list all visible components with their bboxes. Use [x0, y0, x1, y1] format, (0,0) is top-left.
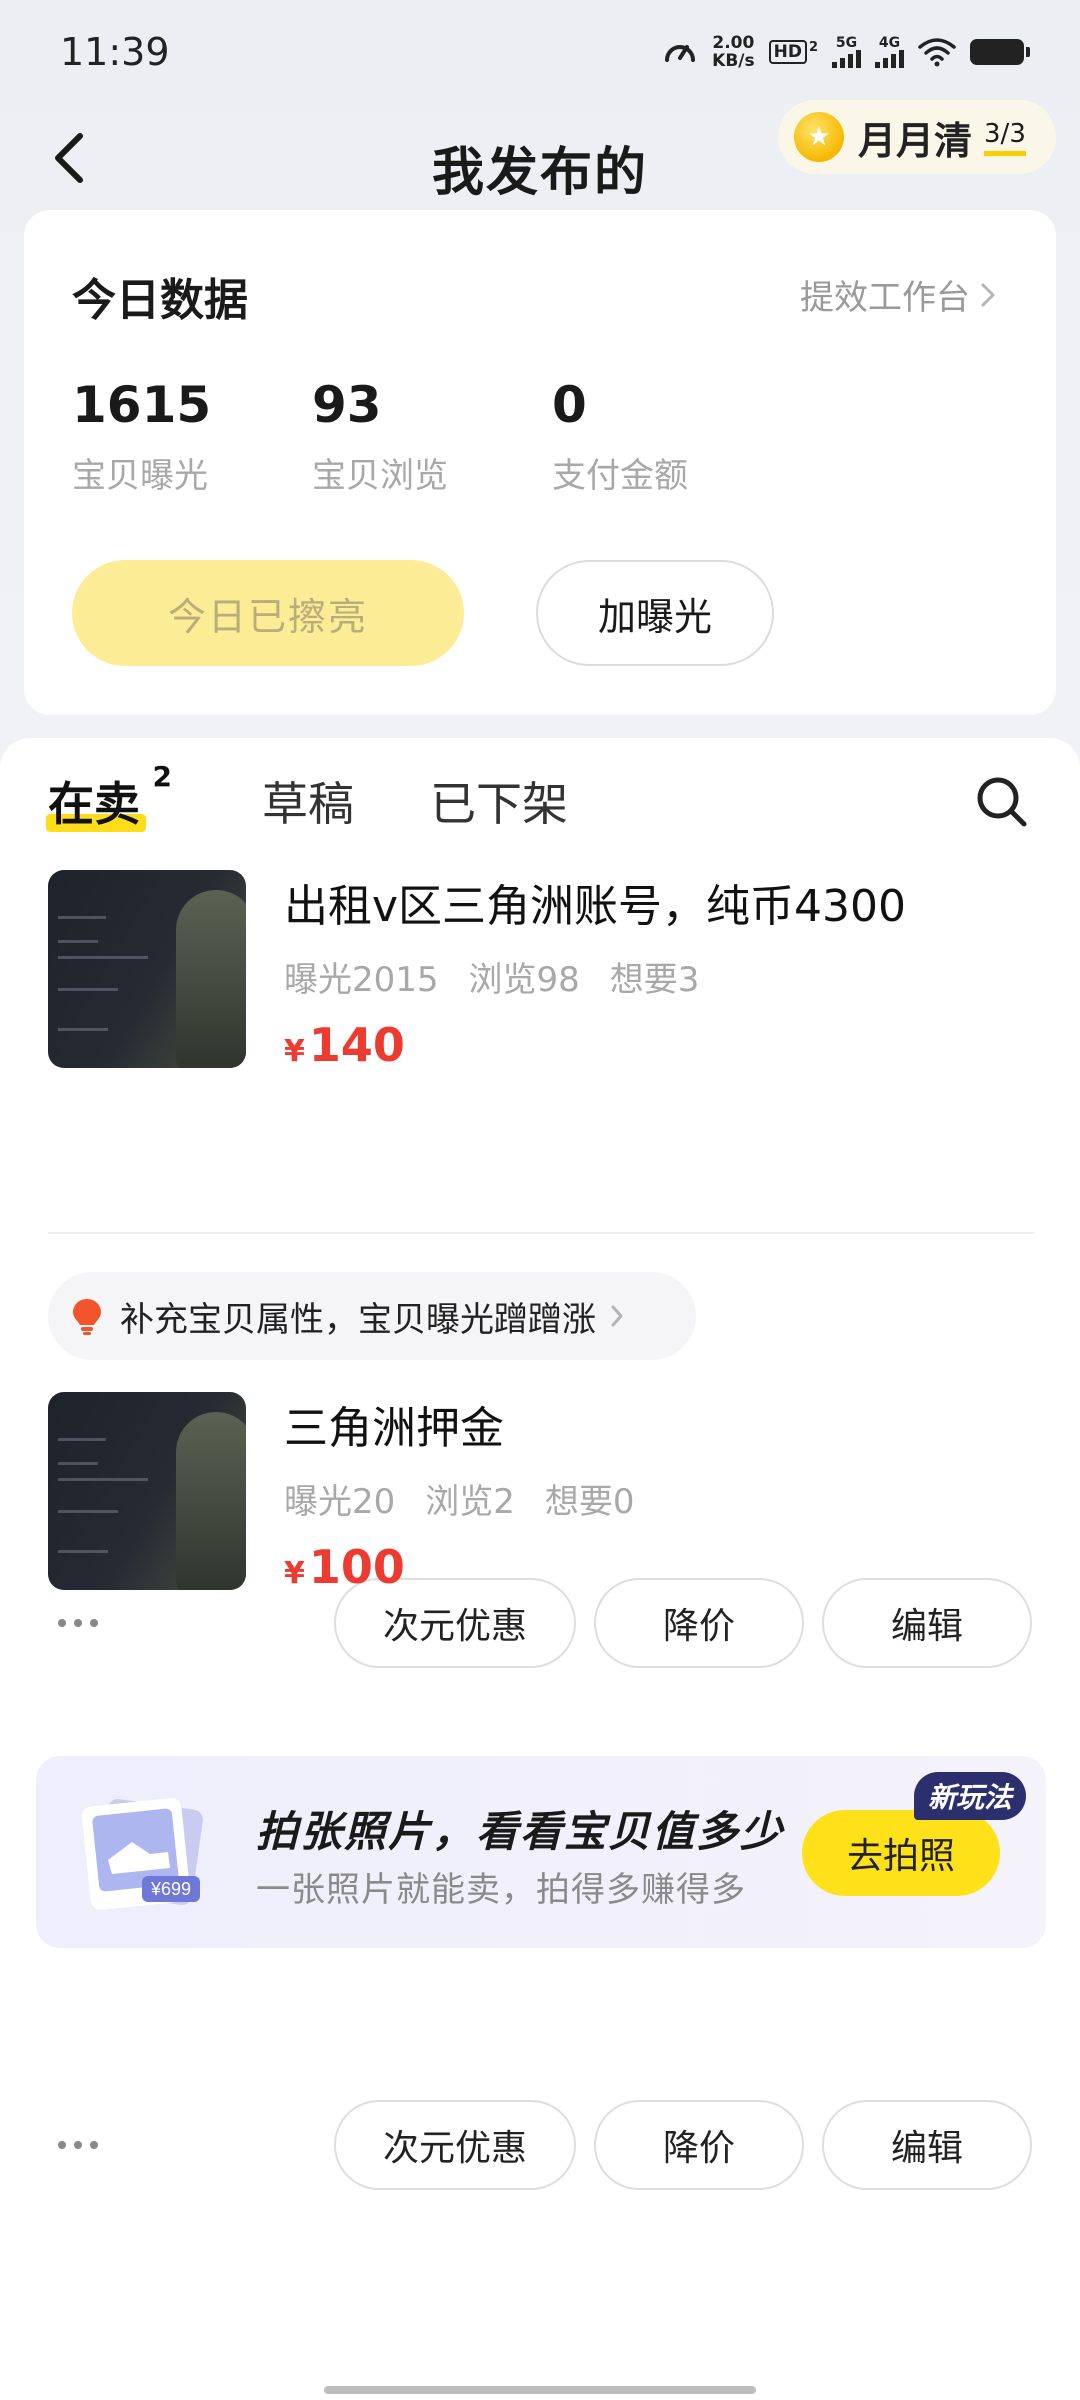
divider [48, 1232, 1034, 1234]
polish-button[interactable]: 今日已擦亮 [72, 560, 464, 666]
take-photo-button[interactable]: 去拍照 [802, 1810, 1000, 1896]
hd-sub: 2 [808, 40, 818, 55]
price-tag-text: ¥699 [150, 1879, 191, 1899]
add-exposure-button[interactable]: 加曝光 [536, 560, 774, 666]
stat-payment[interactable]: 0 支付金额 [552, 376, 688, 497]
stat-value: 1615 [72, 376, 212, 434]
listing-item[interactable]: 三角洲押金 曝光20 浏览2 想要0 ¥ 100 [48, 1392, 1038, 1712]
tab-removed[interactable]: 已下架 [430, 768, 568, 834]
status-icons: 2.00 KB/s HD 2 5G 4G [662, 30, 1030, 74]
stat-value: 0 [552, 376, 587, 434]
item-title[interactable]: 出租v区三角洲账号，纯币4300 [284, 870, 906, 934]
workbench-link[interactable]: 提效工作台 [800, 270, 996, 319]
stat-label: 宝贝浏览 [312, 456, 448, 496]
listing-panel: 在卖 2 草稿 已下架 出租v区三角洲账号，纯币4300 曝光2015 浏览98… [0, 738, 1080, 2400]
page: 11:39 2.00 KB/s HD 2 5G 4G 我发布的 ★ 月月清 3/… [0, 0, 1080, 2400]
stat-label: 支付金额 [552, 456, 688, 496]
item-views: 浏览98 [468, 960, 580, 1000]
search-icon [977, 777, 1027, 827]
item-views: 浏览2 [425, 1482, 515, 1522]
wifi-icon [918, 38, 956, 67]
item-thumbnail[interactable] [48, 870, 246, 1068]
tab-on-sale[interactable]: 在卖 2 [46, 760, 172, 834]
banner-title: 拍张照片，看看宝贝值多少 [256, 1807, 785, 1856]
discount-button[interactable]: 次元优惠 [334, 2100, 576, 2190]
tab-label: 已下架 [430, 777, 568, 831]
hd-label: HD [768, 40, 807, 64]
status-time: 11:39 [60, 30, 170, 74]
item-wants: 想要0 [544, 1482, 635, 1522]
status-bar: 11:39 2.00 KB/s HD 2 5G 4G [0, 0, 1080, 100]
item-price: ¥ 100 [284, 1540, 405, 1594]
listing-item[interactable]: 出租v区三角洲账号，纯币4300 曝光2015 浏览98 想要3 ¥ 140 [48, 870, 1038, 1190]
item-price: ¥ 140 [284, 1018, 405, 1072]
net-speed-unit: KB/s [712, 51, 755, 71]
item-meta: 曝光2015 浏览98 想要3 [284, 952, 699, 1001]
chevron-right-icon [981, 283, 995, 306]
item-meta: 曝光20 浏览2 想要0 [284, 1474, 635, 1523]
workbench-link-label: 提效工作台 [800, 278, 970, 318]
price-value: 140 [308, 1018, 405, 1072]
dot-icon [90, 2141, 98, 2149]
stat-value: 93 [312, 376, 382, 434]
home-indicator[interactable] [324, 2386, 756, 2394]
tab-bar: 在卖 2 草稿 已下架 [46, 760, 644, 834]
stat-views[interactable]: 93 宝贝浏览 [312, 376, 448, 497]
signal-icon: 4G [875, 36, 904, 68]
net-speed: 2.00 KB/s [712, 34, 754, 70]
item-exposure: 曝光20 [284, 1482, 396, 1522]
monthly-clear-label: 月月清 [858, 118, 973, 163]
card-title: 今日数据 [72, 275, 248, 326]
more-options-button[interactable] [58, 2130, 118, 2160]
reduce-price-button[interactable]: 降价 [594, 2100, 804, 2190]
bulb-icon [73, 1299, 101, 1335]
nav-bar: 我发布的 ★ 月月清 3/3 [0, 100, 1080, 210]
item-wants: 想要3 [609, 960, 700, 1000]
signal-4g-label: 4G [878, 35, 901, 51]
stat-exposure[interactable]: 1615 宝贝曝光 [72, 376, 211, 497]
tab-label: 在卖 [48, 777, 140, 831]
stat-label: 宝贝曝光 [72, 456, 208, 496]
dot-icon [58, 2141, 66, 2149]
tab-count: 2 [152, 760, 172, 793]
money-bag-icon: ★ [794, 112, 844, 162]
monthly-clear-count: 3/3 [984, 119, 1026, 156]
monthly-clear-button[interactable]: ★ 月月清 3/3 [778, 100, 1056, 174]
price-currency: ¥ [284, 1034, 305, 1069]
battery-icon [970, 39, 1030, 65]
tab-drafts[interactable]: 草稿 [262, 768, 354, 834]
price-value: 100 [308, 1540, 405, 1594]
tip-text: 补充宝贝属性，宝贝曝光蹭蹭涨 [120, 1299, 596, 1340]
photo-appraisal-banner[interactable]: ¥699 拍张照片，看看宝贝值多少 一张照片就能卖，拍得多赚得多 去拍照 新玩法 [36, 1756, 1046, 1948]
hd-icon: HD 2 [768, 40, 818, 64]
signal-icon: 5G [832, 36, 861, 68]
dot-icon [74, 2141, 82, 2149]
today-data-card: 今日数据 提效工作台 1615 宝贝曝光 93 宝贝浏览 0 支付金额 今日已擦… [24, 210, 1056, 715]
signal-5g-label: 5G [835, 35, 858, 51]
item-thumbnail[interactable] [48, 1392, 246, 1590]
new-feature-badge: 新玩法 [914, 1772, 1027, 1820]
item-title[interactable]: 三角洲押金 [284, 1392, 504, 1456]
speedometer-icon [665, 45, 696, 62]
search-button[interactable] [974, 774, 1030, 830]
chevron-right-icon [611, 1305, 623, 1327]
price-currency: ¥ [284, 1556, 305, 1591]
item-exposure: 曝光2015 [284, 960, 439, 1000]
banner-subtitle: 一张照片就能卖，拍得多赚得多 [256, 1870, 746, 1910]
net-speed-value: 2.00 [712, 33, 755, 53]
tab-label: 草稿 [262, 777, 354, 831]
edit-button[interactable]: 编辑 [822, 2100, 1032, 2190]
tip-bar[interactable]: 补充宝贝属性，宝贝曝光蹭蹭涨 [48, 1272, 696, 1360]
photo-icon: ¥699 [81, 1798, 203, 1910]
